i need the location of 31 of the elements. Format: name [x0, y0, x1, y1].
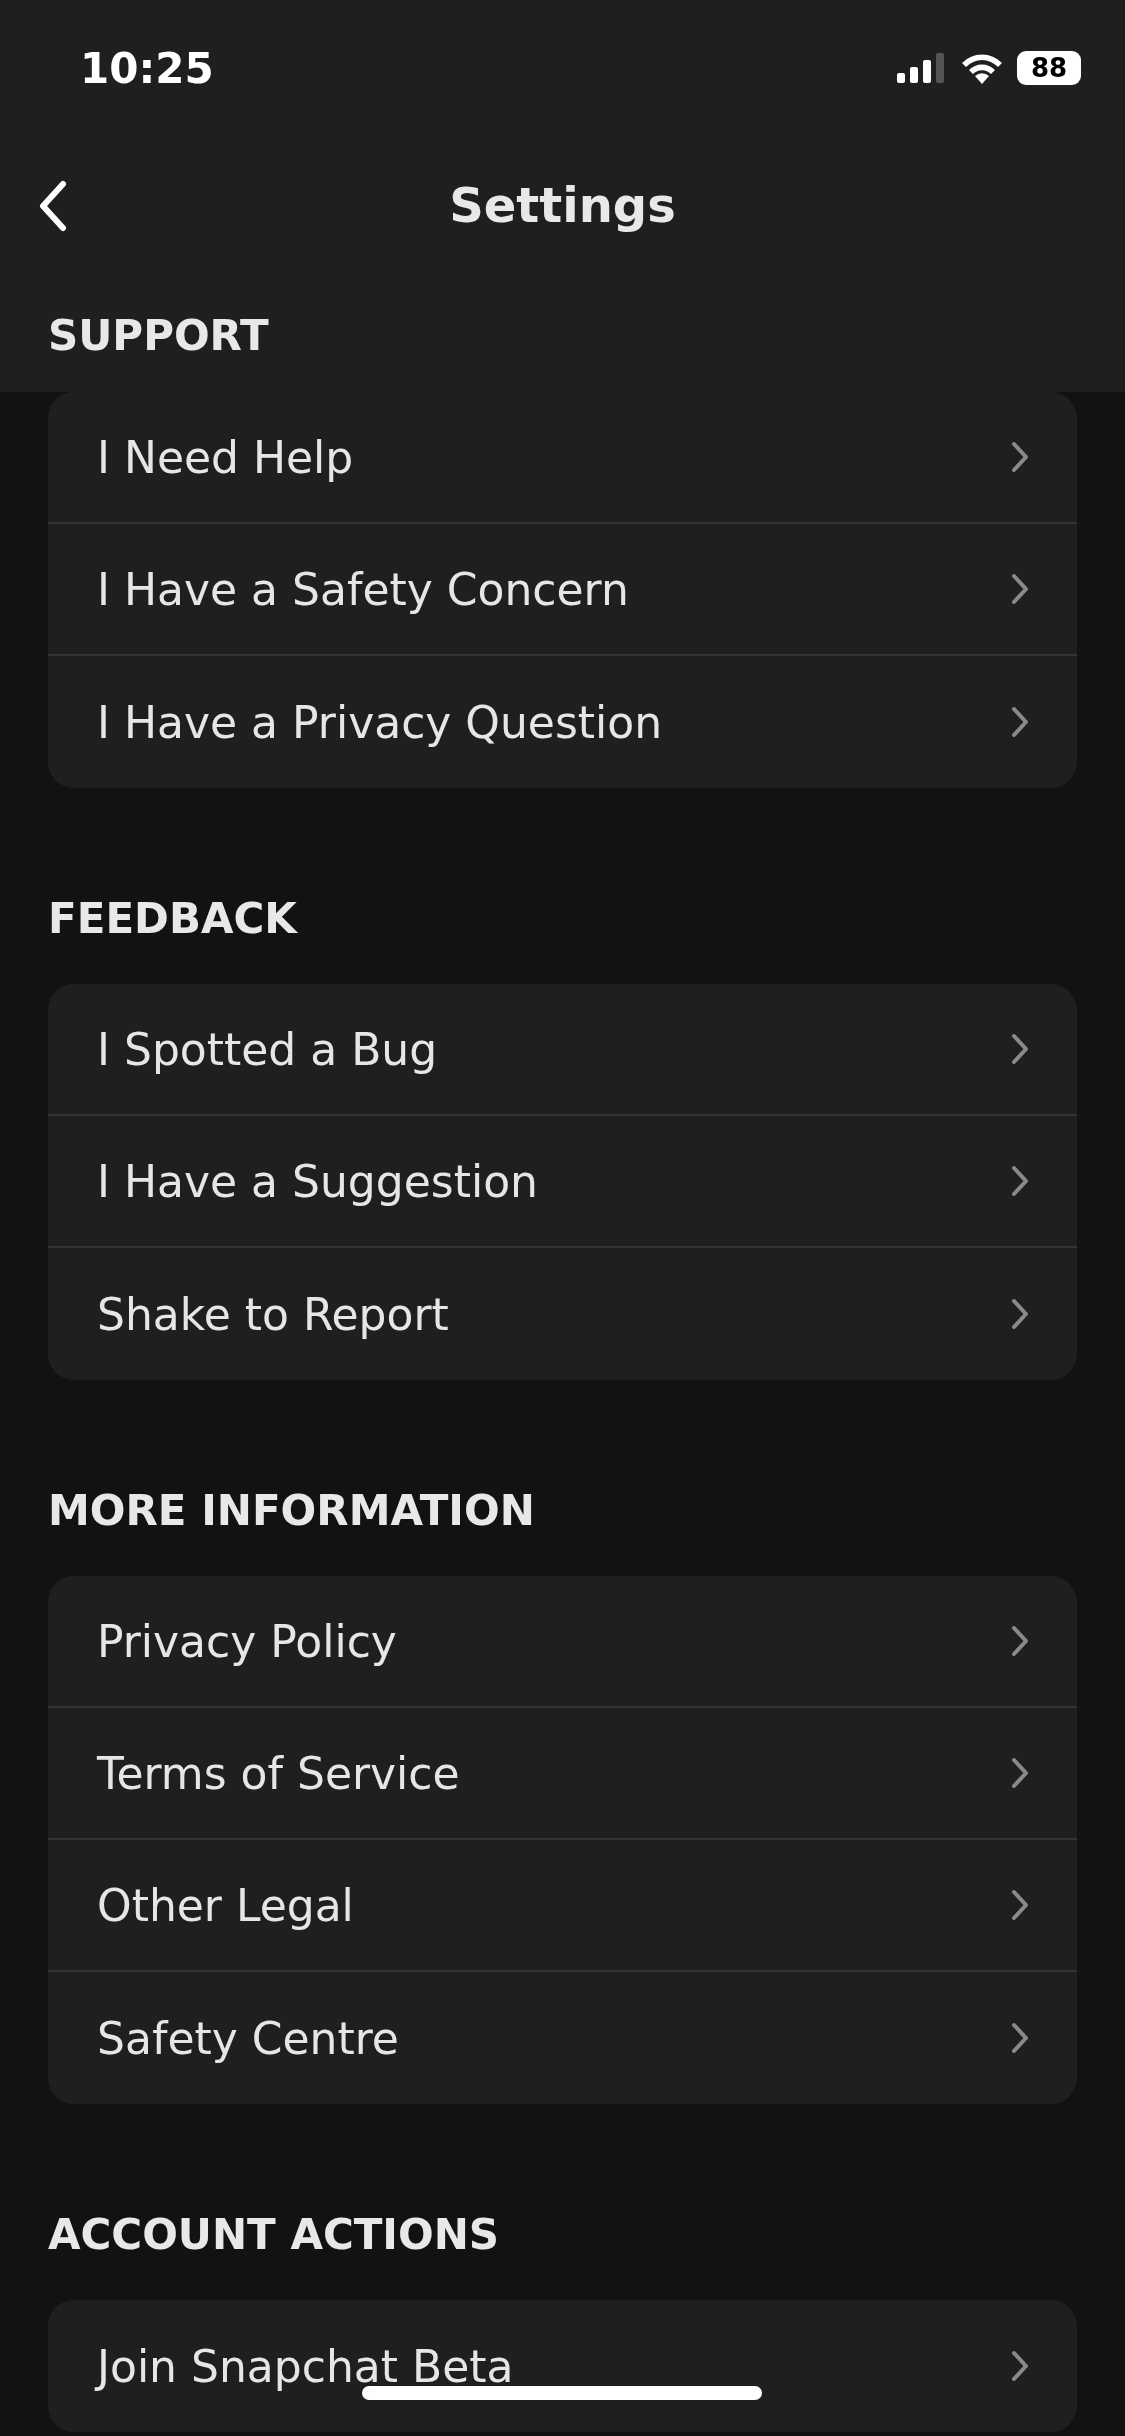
section-header: ACCOUNT ACTIONS [48, 2210, 501, 2260]
battery-icon: 88 [1017, 51, 1081, 85]
status-time: 10:25 [80, 43, 214, 93]
section-header: FEEDBACK [48, 894, 299, 944]
chevron-icon [1011, 573, 1029, 605]
signal-icon [897, 53, 947, 83]
settings-row[interactable]: I Have a Suggestion [48, 1116, 1077, 1248]
wifi-icon [961, 52, 1003, 84]
settings-row[interactable]: I Have a Safety Concern [48, 524, 1077, 656]
chevron-icon [1011, 2022, 1029, 2054]
settings-row[interactable]: I Spotted a Bug [48, 984, 1077, 1116]
settings-row[interactable]: Join Snapchat Beta [48, 2300, 1077, 2432]
chevron-icon [1011, 441, 1029, 473]
chevron-icon [1011, 1165, 1029, 1197]
section-header: SUPPORT [48, 311, 270, 361]
chevron-icon [1011, 1033, 1029, 1065]
settings-row[interactable]: I Have a Privacy Question [48, 656, 1077, 788]
settings-row[interactable]: I Need Help [48, 392, 1077, 524]
chevron-icon [1011, 1889, 1029, 1921]
chevron-icon [1011, 706, 1029, 738]
settings-row[interactable]: Safety Centre [48, 1972, 1077, 2104]
chevron-icon [1011, 1625, 1029, 1657]
settings-row[interactable]: Shake to Report [48, 1248, 1077, 1380]
settings-row[interactable]: Other Legal [48, 1840, 1077, 1972]
page-title: Settings [449, 177, 676, 233]
section-header: MORE INFORMATION [48, 1486, 536, 1536]
chevron-icon [1011, 2350, 1029, 2382]
chevron-icon [1011, 1757, 1029, 1789]
settings-row[interactable]: Privacy Policy [48, 1576, 1077, 1708]
settings-row[interactable]: Terms of Service [48, 1708, 1077, 1840]
chevron-icon [1011, 1298, 1029, 1330]
